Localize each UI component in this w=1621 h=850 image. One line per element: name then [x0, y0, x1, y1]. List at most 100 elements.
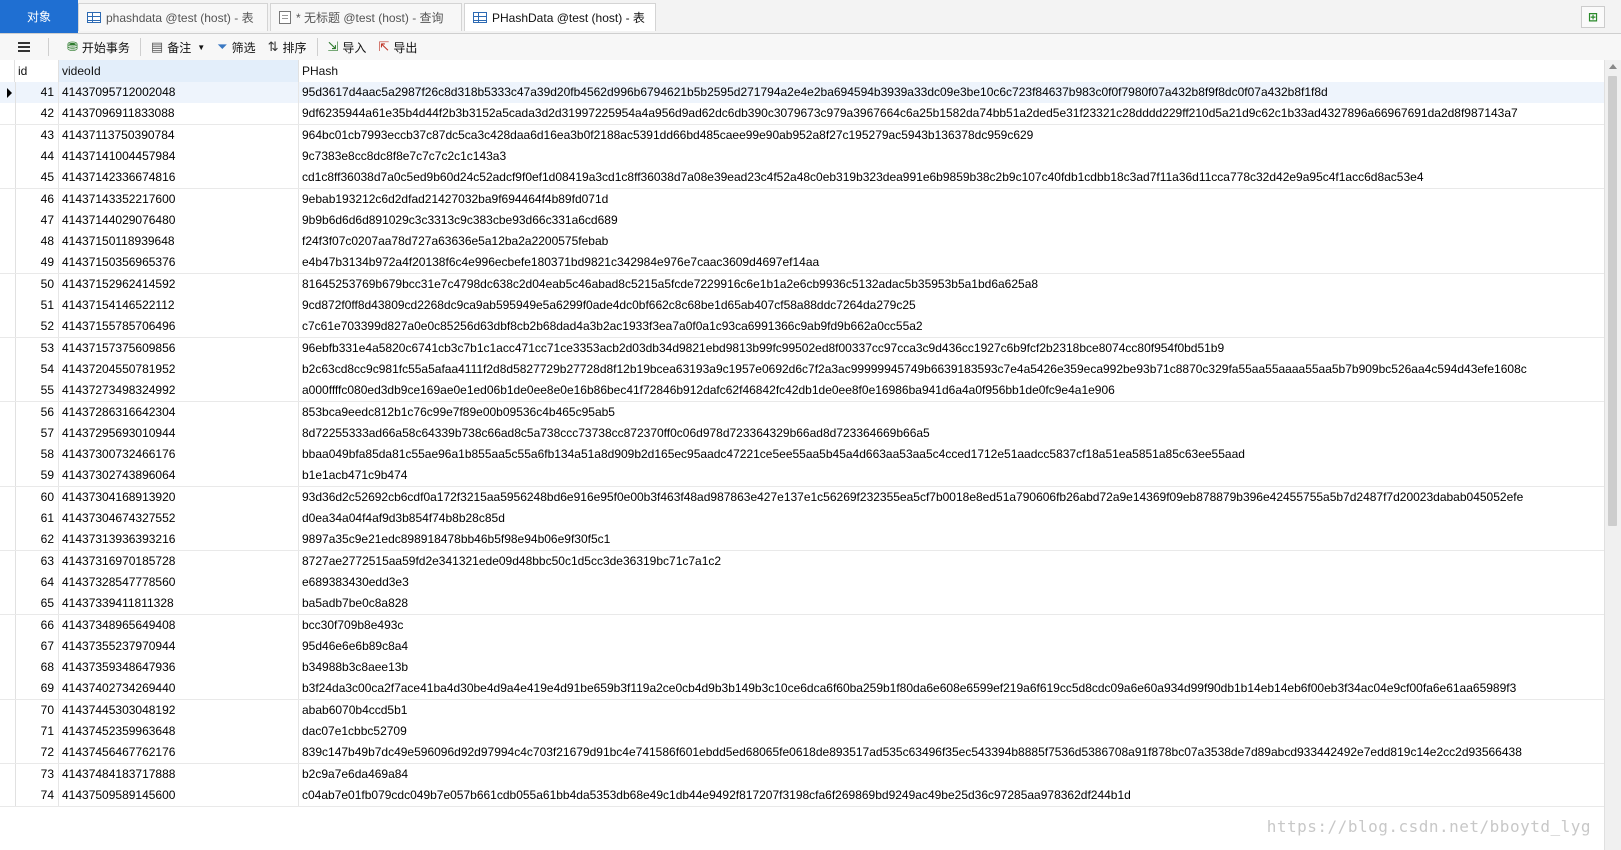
table-row[interactable]: 49 41437150356965376 e4b47b3134b972a4f2013…: [0, 252, 1605, 275]
table-row[interactable]: 58 41437300732466176 bbaa049bfa85da81c55ae…: [0, 444, 1605, 467]
cell-phash[interactable]: d0ea34a04f4af9d3b854f74b8b28c85d: [299, 508, 1605, 529]
cell-phash[interactable]: e4b47b3134b972a4f20138f6c4e996ecbefe1803…: [299, 252, 1605, 273]
row-indicator[interactable]: [0, 508, 16, 529]
table-row[interactable]: 67 41437355237970944 95d46e6e6b89c8a4: [0, 635, 1605, 658]
cell-videoid[interactable]: 41437316970185728: [59, 550, 299, 572]
table-row[interactable]: 63 41437316970185728 8727ae2772515aa59fd2e…: [0, 550, 1605, 573]
table-row[interactable]: 41 41437095712002048 95d3617d4aac5a2987f26…: [0, 82, 1605, 104]
table-row[interactable]: 71 41437452359963648 dac07e1cbbc52709: [0, 721, 1605, 743]
row-indicator[interactable]: [0, 721, 16, 742]
vertical-scrollbar[interactable]: [1604, 60, 1621, 850]
row-indicator[interactable]: [0, 209, 16, 231]
row-indicator[interactable]: [0, 167, 16, 189]
cell-videoid[interactable]: 41437152962414592: [59, 273, 299, 295]
row-indicator[interactable]: [0, 337, 16, 359]
row-indicator[interactable]: [0, 465, 16, 487]
row-indicator[interactable]: [0, 784, 16, 806]
new-connection-icon[interactable]: ⊞: [1581, 6, 1605, 28]
cell-videoid[interactable]: 41437313936393216: [59, 529, 299, 551]
cell-phash[interactable]: 9ebab193212c6d2dfad21427032ba9f694464f4b…: [299, 189, 1605, 210]
cell-videoid[interactable]: 41437144029076480: [59, 209, 299, 231]
row-indicator[interactable]: [0, 635, 16, 657]
cell-videoid[interactable]: 41437445303048192: [59, 699, 299, 721]
row-indicator[interactable]: [0, 422, 16, 444]
cell-id[interactable]: 45: [15, 167, 59, 189]
table-row[interactable]: 60 41437304168913920 93d36d2c52692cb6cdf0a…: [0, 486, 1605, 509]
cell-videoid[interactable]: 41437096911833088: [59, 103, 299, 125]
table-row[interactable]: 61 41437304674327552 d0ea34a04f4af9d3b854f…: [0, 508, 1605, 530]
cell-videoid[interactable]: 41437300732466176: [59, 444, 299, 466]
table-row[interactable]: 55 41437273498324992 a000ffffc080ed3db9ce1…: [0, 380, 1605, 403]
row-indicator[interactable]: [0, 529, 16, 551]
cell-phash[interactable]: 9cd872f0ff8d43809cd2268dc9ca9ab595949e5a…: [299, 295, 1605, 316]
cell-id[interactable]: 51: [15, 295, 59, 316]
table-row[interactable]: 62 41437313936393216 9897a35c9e21edc898918…: [0, 529, 1605, 552]
column-header-videoid[interactable]: videoId: [59, 60, 299, 82]
row-indicator[interactable]: [0, 380, 16, 402]
table-row[interactable]: 51 41437154146522112 9cd872f0ff8d43809cd22…: [0, 295, 1605, 317]
table-row[interactable]: 46 41437143352217600 9ebab193212c6d2dfad21…: [0, 188, 1605, 211]
row-indicator[interactable]: [0, 358, 16, 380]
cell-phash[interactable]: b34988b3c8aee13b: [299, 657, 1605, 678]
tab-untitled-query[interactable]: * 无标题 @test (host) - 查询: [270, 3, 462, 31]
cell-id[interactable]: 71: [15, 721, 59, 742]
cell-videoid[interactable]: 41437452359963648: [59, 721, 299, 742]
table-row[interactable]: 66 41437348965649408 bcc30f709b8e493c: [0, 614, 1605, 637]
table-row[interactable]: 52 41437155785706496 c7c61e703399d827a0e0c…: [0, 316, 1605, 339]
cell-id[interactable]: 63: [15, 550, 59, 572]
row-indicator[interactable]: [0, 295, 16, 316]
cell-phash[interactable]: 93d36d2c52692cb6cdf0a172f3215aa5956248bd…: [299, 487, 1605, 508]
table-row[interactable]: 56 41437286316642304 853bca9eedc812b1c76c9…: [0, 401, 1605, 424]
menu-button[interactable]: [0, 36, 44, 58]
memo-button[interactable]: ▤ 备注 ▼: [145, 36, 211, 58]
cell-phash[interactable]: abab6070b4ccd5b1: [299, 700, 1605, 721]
cell-videoid[interactable]: 41437143352217600: [59, 188, 299, 210]
row-indicator[interactable]: [0, 316, 16, 338]
cell-phash[interactable]: c7c61e703399d827a0e0c85256d63dbf8cb2b68d…: [299, 316, 1605, 337]
scroll-up-icon[interactable]: [1609, 64, 1617, 69]
cell-videoid[interactable]: 41437402734269440: [59, 678, 299, 700]
table-row[interactable]: 65 41437339411811328 ba5adb7be0c8a828: [0, 593, 1605, 616]
table-row[interactable]: 42 41437096911833088 9df6235944a61e35b4d44…: [0, 103, 1605, 126]
cell-phash[interactable]: f24f3f07c0207aa78d727a63636e5a12ba2a2200…: [299, 231, 1605, 252]
cell-id[interactable]: 72: [15, 742, 59, 764]
row-indicator[interactable]: [0, 231, 16, 253]
cell-id[interactable]: 68: [15, 657, 59, 679]
export-button[interactable]: ⇱ 导出: [372, 36, 423, 58]
table-row[interactable]: 43 41437113750390784 964bc01cb7993eccb37c8…: [0, 124, 1605, 147]
row-indicator[interactable]: [0, 571, 16, 593]
cell-id[interactable]: 48: [15, 231, 59, 253]
cell-phash[interactable]: dac07e1cbbc52709: [299, 721, 1605, 742]
cell-id[interactable]: 52: [15, 316, 59, 338]
filter-button[interactable]: ⏷ 筛选: [211, 36, 261, 58]
cell-videoid[interactable]: 41437484183717888: [59, 763, 299, 785]
table-row[interactable]: 48 41437150118939648 f24f3f07c0207aa78d727…: [0, 231, 1605, 254]
cell-id[interactable]: 43: [15, 124, 59, 146]
cell-id[interactable]: 41: [15, 82, 59, 103]
cell-videoid[interactable]: 41437273498324992: [59, 380, 299, 402]
cell-videoid[interactable]: 41437456467762176: [59, 742, 299, 764]
row-indicator[interactable]: [0, 273, 16, 295]
scrollbar-thumb[interactable]: [1608, 76, 1617, 526]
table-row[interactable]: 59 41437302743896064 b1e1acb471c9b474: [0, 465, 1605, 488]
cell-phash[interactable]: bcc30f709b8e493c: [299, 615, 1605, 636]
table-row[interactable]: 45 41437142336674816 cd1c8ff36038d7a0c5ed9…: [0, 167, 1605, 190]
cell-id[interactable]: 50: [15, 273, 59, 295]
table-row[interactable]: 53 41437157375609856 96ebfb331e4a5820c6741…: [0, 337, 1605, 360]
cell-phash[interactable]: 964bc01cb7993eccb37c87dc5ca3c428daa6d16e…: [299, 125, 1605, 146]
cell-phash[interactable]: ba5adb7be0c8a828: [299, 593, 1605, 614]
row-indicator[interactable]: [0, 763, 16, 785]
cell-id[interactable]: 46: [15, 188, 59, 210]
cell-videoid[interactable]: 41437295693010944: [59, 422, 299, 444]
cell-phash[interactable]: 95d46e6e6b89c8a4: [299, 636, 1605, 657]
cell-phash[interactable]: 8727ae2772515aa59fd2e341321ede09d48bbc50…: [299, 551, 1605, 572]
cell-phash[interactable]: 8d72255333ad66a58c64339b738c66ad8c5a738c…: [299, 423, 1605, 444]
table-row[interactable]: 72 41437456467762176 839c147b49b7dc49e5960…: [0, 742, 1605, 765]
cell-phash[interactable]: 9897a35c9e21edc898918478bb46b5f98e94b06e…: [299, 529, 1605, 550]
cell-phash[interactable]: b1e1acb471c9b474: [299, 465, 1605, 486]
cell-phash[interactable]: a000ffffc080ed3db9ce169ae0e1ed06b1de0ee8…: [299, 380, 1605, 401]
cell-phash[interactable]: 95d3617d4aac5a2987f26c8d318b5333c47a39d2…: [299, 82, 1605, 103]
cell-id[interactable]: 54: [15, 358, 59, 380]
cell-id[interactable]: 47: [15, 209, 59, 231]
cell-phash[interactable]: b2c9a7e6da469a84: [299, 764, 1605, 785]
